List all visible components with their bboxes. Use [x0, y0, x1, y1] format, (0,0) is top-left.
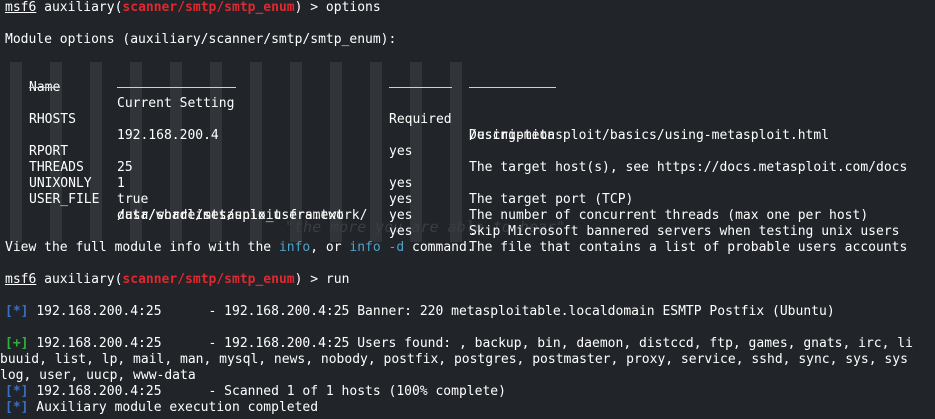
table-row-continuation: /using-metasploit/basics/using-metasploi… — [469, 128, 830, 143]
table-row: RPORT 25 yes The target port (TCP) — [29, 144, 634, 207]
table-row: RHOSTS 192.168.200.4 yes The target host… — [29, 112, 908, 175]
prompt-line-options: msf6 auxiliary(scanner/smtp/smtp_enum) >… — [5, 0, 381, 15]
info-tag: [*] — [5, 400, 29, 415]
info-tag: [*] — [5, 304, 29, 319]
info-tag: [*] — [5, 384, 29, 399]
table-row: UNIXONLY true yes Skip Microsoft bannere… — [29, 176, 900, 239]
output-line-users-found: [+] 192.168.200.4:25 - 192.168.200.4:25 … — [5, 336, 913, 351]
table-row: THREADS 1 yes The number of concurrent t… — [29, 160, 869, 223]
info-d-command: info -d — [349, 240, 405, 255]
table-row-continuation: data/wordlists/unix_users.txt . — [117, 208, 477, 239]
success-tag: [+] — [5, 336, 29, 351]
options-table-header: Name Current Setting Required Descriptio… — [5, 64, 935, 143]
output-line-banner: [*] 192.168.200.4:25 - 192.168.200.4:25 … — [5, 304, 835, 319]
module-options-header: Module options (auxiliary/scanner/smtp/s… — [5, 32, 397, 47]
output-line-users-wrap: buuid, list, lp, mail, man, mysql, news,… — [0, 352, 908, 367]
output-line-scanned: [*] 192.168.200.4:25 - Scanned 1 of 1 ho… — [5, 384, 506, 399]
output-line-completed: [*] Auxiliary module execution completed — [5, 400, 319, 415]
output-line-users-wrap: log, user, uucp, www-data — [0, 368, 196, 383]
command-options: options — [325, 0, 381, 15]
options-table-header-underline — [5, 80, 935, 96]
prompt-line-run: msf6 auxiliary(scanner/smtp/smtp_enum) >… — [5, 272, 350, 287]
module-info-hint: View the full module info with the info,… — [5, 240, 475, 255]
command-run: run — [325, 272, 350, 287]
table-row: USER_FILE /usr/share/metasploit-framewor… — [29, 192, 908, 255]
info-command: info — [278, 240, 311, 255]
